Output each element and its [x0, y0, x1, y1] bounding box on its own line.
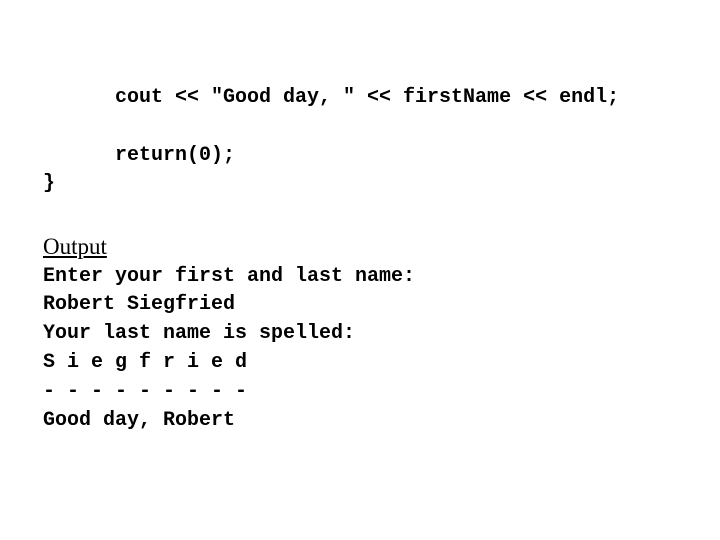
output-line: Robert Siegfried — [43, 293, 236, 316]
output-line: - - - - - - - - - — [43, 380, 248, 403]
output-line: S i e g f r i e d — [43, 351, 248, 374]
output-line: Good day, Robert — [43, 409, 236, 432]
output-line: Your last name is spelled: — [43, 322, 356, 345]
output-line: Enter your first and last name: — [43, 265, 416, 288]
code-line-cout: cout << "Good day, " << firstName << end… — [115, 86, 620, 109]
output-heading: Output — [43, 234, 107, 259]
code-line-return: return(0); — [115, 144, 236, 167]
code-line-closing-brace: } — [43, 172, 56, 195]
